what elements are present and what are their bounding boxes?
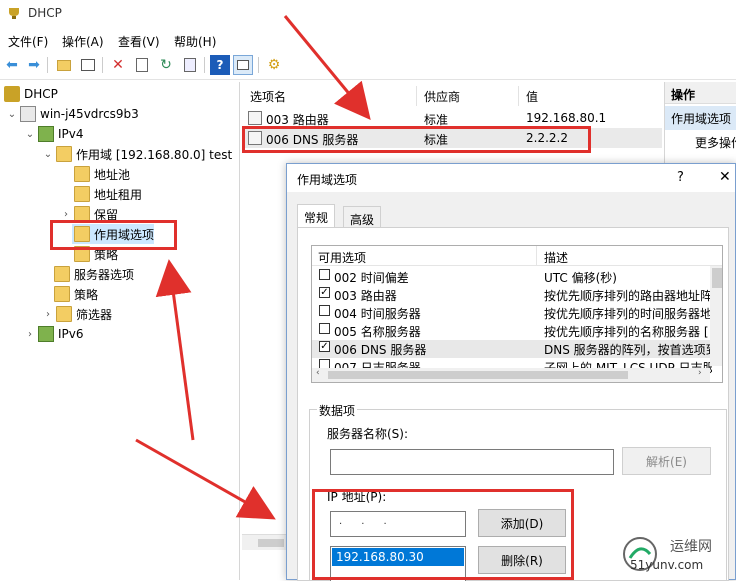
arrow — [283, 15, 371, 120]
annotation-arrows — [135, 15, 371, 520]
arrow — [135, 438, 276, 520]
watermark-logo: 运维网 51yunv.com — [620, 530, 732, 578]
arrow — [155, 259, 195, 441]
